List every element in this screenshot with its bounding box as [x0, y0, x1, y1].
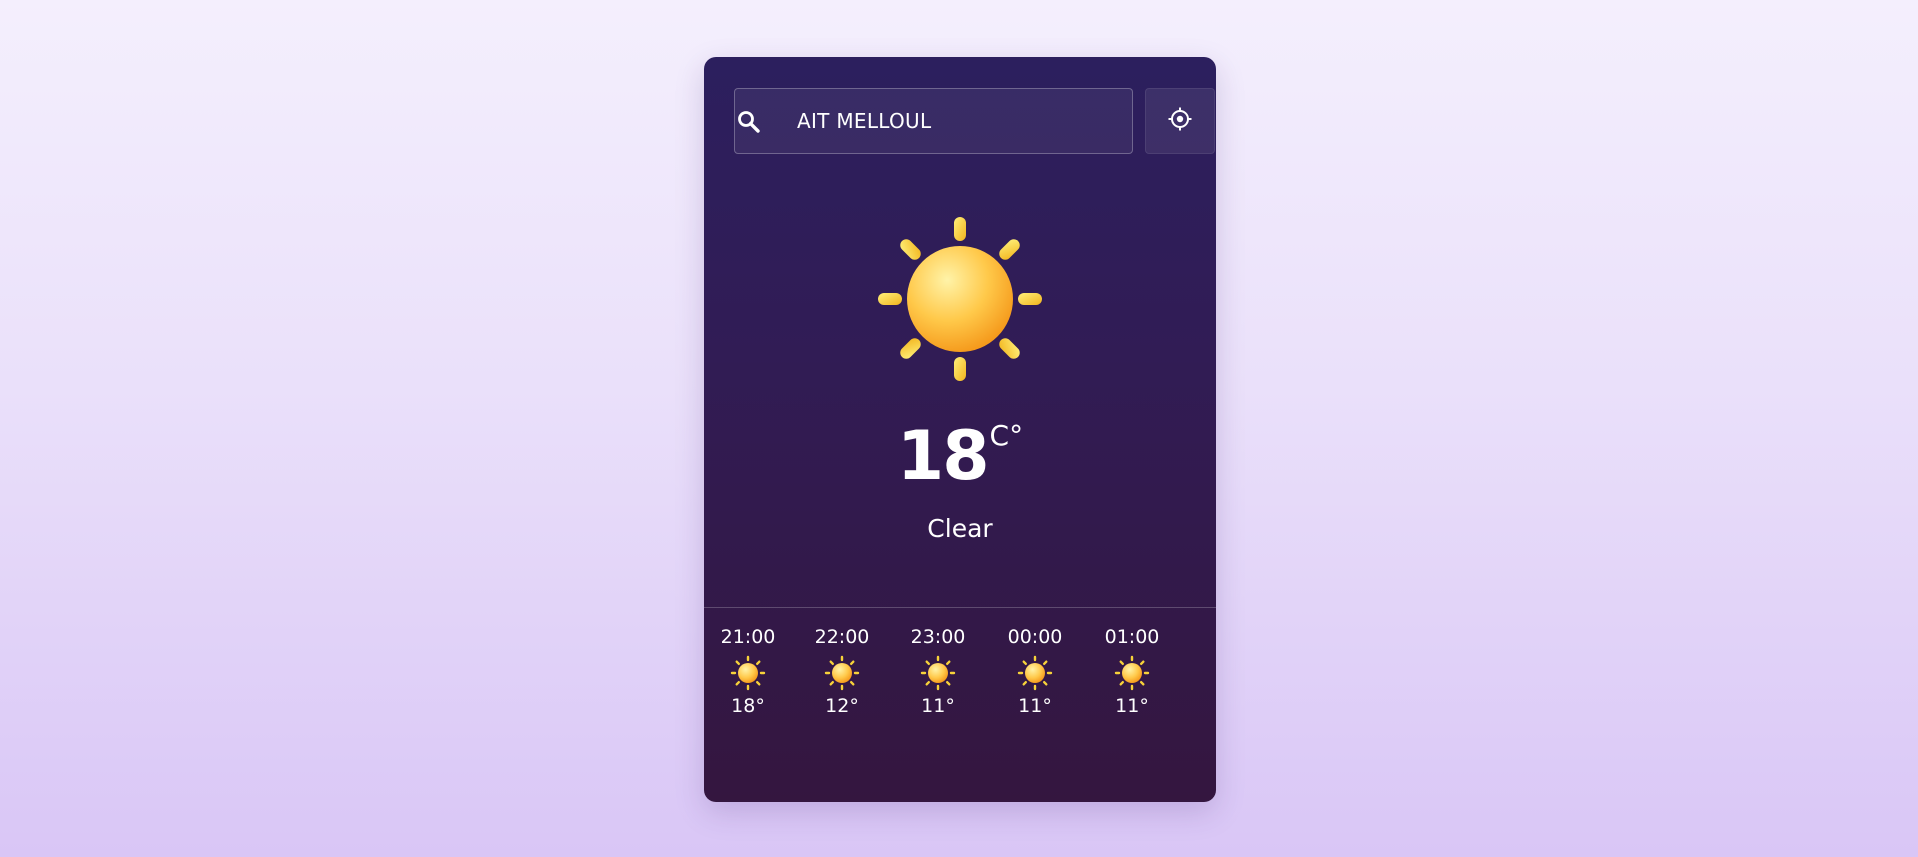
weather-condition: Clear — [927, 514, 993, 543]
search-icon[interactable] — [736, 109, 762, 135]
hourly-time: 01:00 — [1104, 626, 1160, 648]
hourly-time: 22:00 — [814, 626, 870, 648]
current-temperature: 18C° — [704, 412, 1216, 502]
sun-icon — [1017, 655, 1053, 691]
sun-icon — [1114, 655, 1150, 691]
crosshair-icon — [1167, 106, 1193, 136]
hourly-item: 22:00 12° — [802, 625, 882, 718]
temperature-value: 18 — [896, 417, 990, 496]
weather-card: 18C° Clear 21:00 — [704, 57, 1216, 802]
hourly-item: 00:00 11° — [995, 625, 1075, 718]
locate-button[interactable] — [1145, 88, 1215, 154]
hourly-time: 23:00 — [910, 626, 966, 648]
hourly-item: 21:00 18° — [708, 625, 788, 718]
hourly-item: 23:00 11° — [898, 625, 978, 718]
hourly-temp: 18° — [731, 695, 765, 717]
hourly-time: 21:00 — [720, 626, 776, 648]
hourly-temp: 11° — [1018, 695, 1052, 717]
hourly-temp: 12° — [825, 695, 859, 717]
sun-icon — [920, 655, 956, 691]
hourly-temp: 11° — [1115, 695, 1149, 717]
divider — [704, 607, 1216, 608]
hourly-forecast: 21:00 18° 22:00 12° 23:00 11° 00:00 11° … — [704, 625, 1216, 745]
search-box[interactable] — [734, 88, 1133, 154]
search-row — [734, 88, 1215, 156]
hourly-temp: 11° — [921, 695, 955, 717]
hourly-time: 00:00 — [1007, 626, 1063, 648]
sun-icon — [824, 655, 860, 691]
sun-icon — [871, 210, 1049, 388]
hourly-item: 01:00 11° — [1092, 625, 1172, 718]
sun-icon — [730, 655, 766, 691]
temperature-unit: C° — [989, 419, 1024, 452]
search-input[interactable] — [797, 89, 1117, 153]
